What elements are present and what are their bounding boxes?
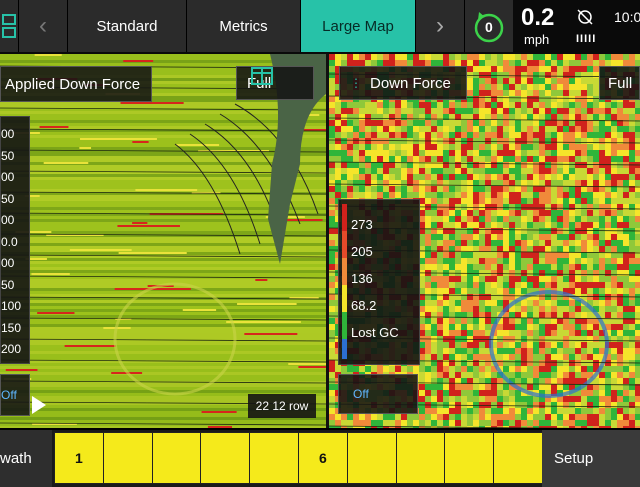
layout-grid-icon[interactable] [0, 0, 19, 52]
setup-button[interactable]: Setup [542, 430, 640, 487]
status-count: 0 [485, 19, 493, 35]
chevron-left-icon: ‹ [39, 12, 47, 39]
speed-value: 0.2 [521, 4, 555, 31]
left-map-canvas [0, 54, 326, 428]
top-bar: ‹ Standard Metrics Large Map › 0 0.2 mph… [0, 0, 640, 54]
tab-standard[interactable]: Standard [68, 0, 187, 52]
right-legend-label: Lost GC [351, 325, 399, 340]
row-cell[interactable] [249, 432, 299, 484]
left-legend: 00 50 00 50 00 0.0 00 50 100 150 200 [0, 116, 30, 364]
left-layer-title[interactable]: Applied Down Force [0, 66, 152, 102]
list-icon: ⋮ [350, 76, 362, 90]
row-cell[interactable] [444, 432, 495, 484]
left-legend-value: 00 [1, 256, 15, 270]
left-legend-value: 50 [1, 148, 15, 163]
left-legend-value: 00 [1, 213, 15, 227]
right-legend: 273 205 136 68.2 Lost GC [338, 199, 420, 365]
right-legend-swatch [342, 258, 347, 285]
row-count-label: 22 12 row [248, 394, 316, 418]
left-legend-value: 00 [1, 170, 15, 184]
signal-bars: IIIII [576, 33, 597, 45]
status-button[interactable]: 0 [465, 0, 513, 52]
tab-large-map[interactable]: Large Map [301, 0, 416, 52]
row-cell[interactable] [346, 432, 397, 484]
right-legend-swatch [342, 285, 347, 312]
swath-button[interactable]: wath [0, 430, 52, 487]
row-cell[interactable]: 6 [298, 432, 348, 484]
right-view-toggle[interactable]: Full [599, 66, 640, 100]
right-legend-label: 136 [351, 271, 373, 286]
row-cell[interactable]: 1 [54, 432, 104, 484]
left-legend-value: 00 [1, 127, 15, 141]
previous-page-button[interactable]: ‹ [19, 0, 68, 52]
left-legend-value: 100 [1, 299, 22, 313]
left-legend-value: 50 [1, 191, 15, 206]
row-cell[interactable] [151, 432, 202, 484]
right-legend-swatch [342, 204, 347, 231]
row-cell[interactable] [395, 432, 446, 484]
satellite-icon [576, 8, 594, 31]
row-cell[interactable] [200, 432, 251, 484]
clock: 10:0 [614, 9, 640, 25]
bottom-bar: wath 1 6 Setup [0, 430, 640, 487]
right-off-toggle[interactable]: Off [338, 374, 418, 414]
right-legend-swatch [342, 339, 347, 359]
left-legend-value: 200 [1, 342, 22, 356]
right-legend-label: 273 [351, 217, 373, 232]
right-legend-label: 68.2 [351, 298, 377, 313]
next-page-button[interactable]: › [416, 0, 465, 52]
tab-metrics[interactable]: Metrics [187, 0, 301, 52]
speed-unit: mph [524, 32, 550, 47]
right-legend-swatch [342, 312, 347, 339]
play-marker-icon [32, 396, 46, 414]
left-view-toggle[interactable]: Full [236, 66, 314, 100]
right-layer-title[interactable]: ⋮ Down Force [339, 66, 467, 100]
left-map[interactable]: Applied Down Force Full 00 50 00 50 00 0.0 00 5… [0, 54, 326, 428]
right-legend-label: 205 [351, 244, 373, 259]
left-legend-value: 0.0 [1, 234, 18, 249]
left-off-toggle[interactable]: Off [0, 374, 30, 416]
split-view-icon [251, 67, 273, 85]
left-legend-value: 150 [1, 320, 22, 335]
row-cell[interactable] [102, 432, 153, 484]
right-legend-swatch [342, 231, 347, 258]
row-cell[interactable] [493, 432, 543, 484]
chevron-right-icon: › [436, 12, 444, 39]
right-map[interactable]: ⋮ Down Force Full 273 205 136 68.2 Lost GC O… [329, 54, 640, 428]
left-legend-value: 50 [1, 277, 15, 292]
